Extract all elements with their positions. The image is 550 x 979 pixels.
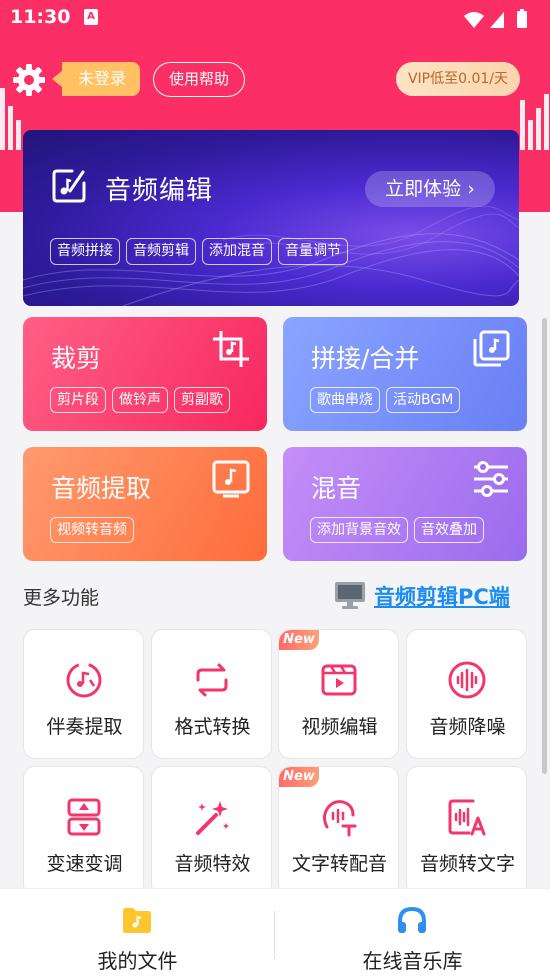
magic-wand-icon: [196, 801, 229, 835]
try-now-label: 立即体验: [385, 178, 462, 200]
nav-label: 在线音乐库: [362, 949, 463, 973]
app-screen: 11:30 A 未登录 使用帮助 VIP低至0.01/天 音频编辑 立即体验 ›…: [0, 0, 550, 979]
sliders-icon: [474, 461, 508, 497]
nav-online-music[interactable]: 在线音乐库: [275, 889, 550, 979]
card-title: 裁剪: [51, 344, 102, 373]
video-edit-icon: [321, 664, 357, 696]
banner-tags: 音频拼接 音频剪辑 添加混音 音量调节: [50, 238, 348, 265]
tool-label: 音频特效: [174, 853, 251, 875]
card-tag: 做铃声: [112, 387, 168, 413]
help-button[interactable]: 使用帮助: [153, 62, 245, 97]
new-badge: New: [279, 630, 319, 650]
crop-card[interactable]: 裁剪 剪片段 做铃声 剪副歌: [23, 317, 267, 431]
status-icons: [464, 9, 527, 28]
nav-label: 我的文件: [97, 949, 178, 973]
banner-tag: 音量调节: [278, 238, 348, 265]
card-tags: 剪片段 做铃声 剪副歌: [50, 387, 230, 413]
accompaniment-icon: [66, 662, 102, 698]
status-time: 11:30: [10, 6, 71, 28]
scrollbar[interactable]: [542, 318, 547, 774]
tool-format-convert[interactable]: 格式转换: [151, 629, 272, 759]
banner-title: 音频编辑: [105, 176, 214, 206]
music-edit-icon: [52, 169, 86, 203]
card-title: 拼接/合并: [311, 344, 420, 373]
card-tag: 视频转音频: [50, 517, 134, 543]
denoise-icon: [448, 661, 486, 699]
speech-to-text-icon: [448, 799, 486, 836]
tool-label: 音频降噪: [429, 716, 506, 738]
card-tag: 添加背景音效: [310, 517, 408, 543]
tool-label: 格式转换: [174, 716, 251, 738]
tool-label: 伴奏提取: [46, 716, 123, 738]
card-tag: 剪副歌: [174, 387, 230, 413]
bottom-nav: 我的文件 在线音乐库: [0, 888, 550, 979]
more-features-title: 更多功能: [23, 587, 100, 609]
join-merge-card[interactable]: 拼接/合并 歌曲串烧 活动BGM: [283, 317, 527, 431]
card-tag: 音效叠加: [414, 517, 484, 543]
banner-tag: 音频剪辑: [126, 238, 196, 265]
gear-icon[interactable]: [12, 63, 46, 97]
vip-button[interactable]: VIP低至0.01/天: [396, 62, 520, 96]
mix-card[interactable]: 混音 添加背景音效 音效叠加: [283, 447, 527, 561]
card-tag: 活动BGM: [386, 387, 461, 413]
stack-music-icon: [473, 330, 510, 367]
status-bar: 11:30 A: [0, 0, 550, 36]
login-badge[interactable]: 未登录: [51, 62, 141, 96]
tool-label: 文字转配音: [291, 853, 387, 875]
convert-icon: [196, 663, 228, 697]
banner-tag: 添加混音: [202, 238, 272, 265]
monitor-icon: [335, 582, 365, 609]
tool-text-to-speech[interactable]: New 文字转配音: [278, 766, 399, 896]
tool-accompaniment-extract[interactable]: 伴奏提取: [23, 629, 144, 759]
chevron-right-icon: ›: [467, 178, 475, 200]
notification-icon: A: [84, 9, 98, 25]
tool-speech-to-text[interactable]: 音频转文字: [406, 766, 527, 896]
tool-label: 音频转文字: [419, 853, 515, 875]
tool-audio-effects[interactable]: 音频特效: [151, 766, 272, 896]
card-tag: 歌曲串烧: [310, 387, 380, 413]
speed-pitch-icon: [67, 798, 101, 836]
nav-my-files[interactable]: 我的文件: [0, 889, 275, 979]
card-title: 混音: [311, 474, 362, 503]
tool-label: 视频编辑: [301, 716, 378, 738]
audio-extract-card[interactable]: 音频提取 视频转音频: [23, 447, 267, 561]
try-now-button[interactable]: 立即体验 ›: [365, 171, 495, 207]
wave-decoration: [23, 205, 519, 306]
card-tags: 歌曲串烧 活动BGM: [310, 387, 461, 413]
crop-music-icon: [213, 331, 249, 367]
extract-music-icon: [212, 460, 250, 498]
card-tag: 剪片段: [50, 387, 106, 413]
card-title: 音频提取: [51, 474, 152, 503]
pc-link-text: 音频剪辑PC端: [374, 585, 510, 609]
tool-video-edit[interactable]: New 视频编辑: [278, 629, 399, 759]
new-badge: New: [279, 767, 319, 787]
headphones-icon: [398, 906, 426, 933]
card-tags: 添加背景音效 音效叠加: [310, 517, 484, 543]
audio-edit-banner[interactable]: 音频编辑 立即体验 › 音频拼接 音频剪辑 添加混音 音量调节: [23, 130, 519, 306]
tool-speed-pitch[interactable]: 变速变调: [23, 766, 144, 896]
tool-audio-denoise[interactable]: 音频降噪: [406, 629, 527, 759]
tool-label: 变速变调: [46, 853, 123, 875]
card-tags: 视频转音频: [50, 517, 134, 543]
folder-icon: [123, 908, 151, 933]
banner-tag: 音频拼接: [50, 238, 120, 265]
text-to-speech-icon: [323, 800, 357, 837]
